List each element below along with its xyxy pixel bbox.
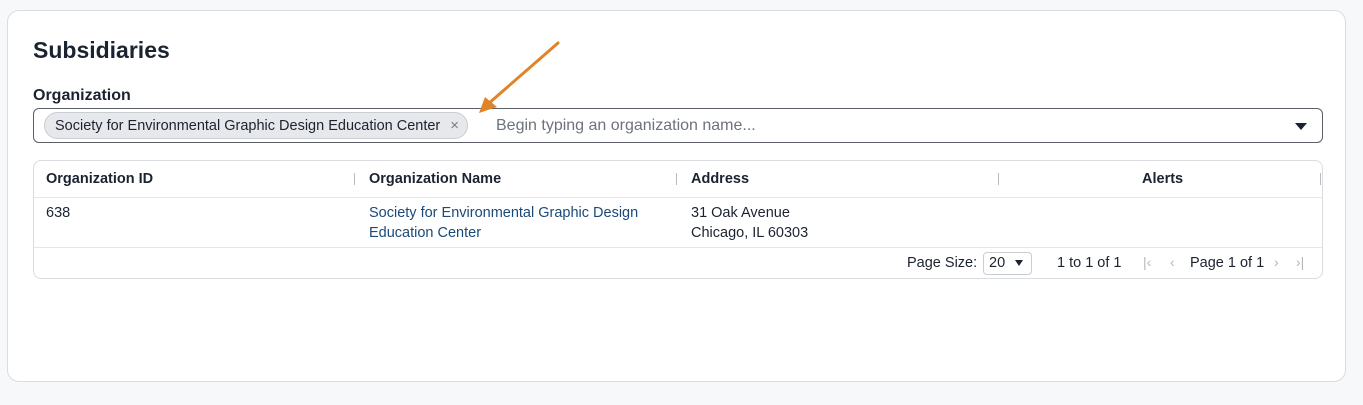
column-header-organization-name[interactable]: Organization Name (369, 161, 501, 197)
org-name-line-2: Education Center (369, 225, 482, 241)
row-range-text: 1 to 1 of 1 (1057, 255, 1122, 271)
address-line-2: Chicago, IL 60303 (691, 225, 809, 241)
page-title: Subsidiaries (33, 37, 170, 63)
subsidiaries-grid: Organization ID Organization Name Addres… (33, 160, 1323, 279)
org-name-line-1: Society for Environmental Graphic Design (369, 205, 639, 221)
next-page-icon[interactable]: › (1274, 248, 1279, 278)
column-resize-handle[interactable] (998, 173, 999, 185)
organization-select[interactable]: Society for Environmental Graphic Design… (33, 108, 1323, 143)
last-page-icon[interactable]: ›| (1296, 248, 1304, 278)
column-header-address[interactable]: Address (691, 161, 749, 197)
column-resize-handle[interactable] (1320, 173, 1321, 185)
column-header-organization-id[interactable]: Organization ID (46, 161, 153, 197)
column-resize-handle[interactable] (354, 173, 355, 185)
subsidiaries-card: Subsidiaries Organization Society for En… (7, 10, 1346, 382)
cell-organization-id: 638 (46, 205, 71, 221)
page-size-select[interactable]: 20 (983, 252, 1032, 275)
previous-page-icon[interactable]: ‹ (1170, 248, 1175, 278)
grid-header: Organization ID Organization Name Addres… (34, 161, 1322, 198)
dropdown-caret-icon[interactable] (1295, 123, 1307, 130)
first-page-icon[interactable]: |‹ (1143, 248, 1151, 278)
page-size-label: Page Size: (907, 255, 978, 271)
organization-search-input[interactable] (496, 113, 1256, 138)
cell-address: 31 Oak Avenue Chicago, IL 60303 (691, 203, 808, 243)
selected-organization-chip: Society for Environmental Graphic Design… (44, 112, 469, 139)
chip-label: Society for Environmental Graphic Design… (55, 117, 441, 134)
column-resize-handle[interactable] (676, 173, 677, 185)
page-size-value: 20 (989, 255, 1006, 271)
address-line-1: 31 Oak Avenue (691, 205, 790, 221)
organization-label: Organization (33, 87, 131, 104)
remove-chip-icon[interactable]: × (450, 118, 459, 133)
cell-organization-name-link[interactable]: Society for Environmental Graphic Design… (369, 203, 638, 243)
pagination-bar: Page Size: 20 1 to 1 of 1 |‹ ‹ Page 1 of… (34, 248, 1322, 278)
table-row[interactable]: 638 Society for Environmental Graphic De… (34, 197, 1322, 248)
page-indicator: Page 1 of 1 (1190, 255, 1265, 271)
page-size-caret-icon (1015, 260, 1023, 266)
column-header-alerts[interactable]: Alerts (1142, 161, 1183, 197)
